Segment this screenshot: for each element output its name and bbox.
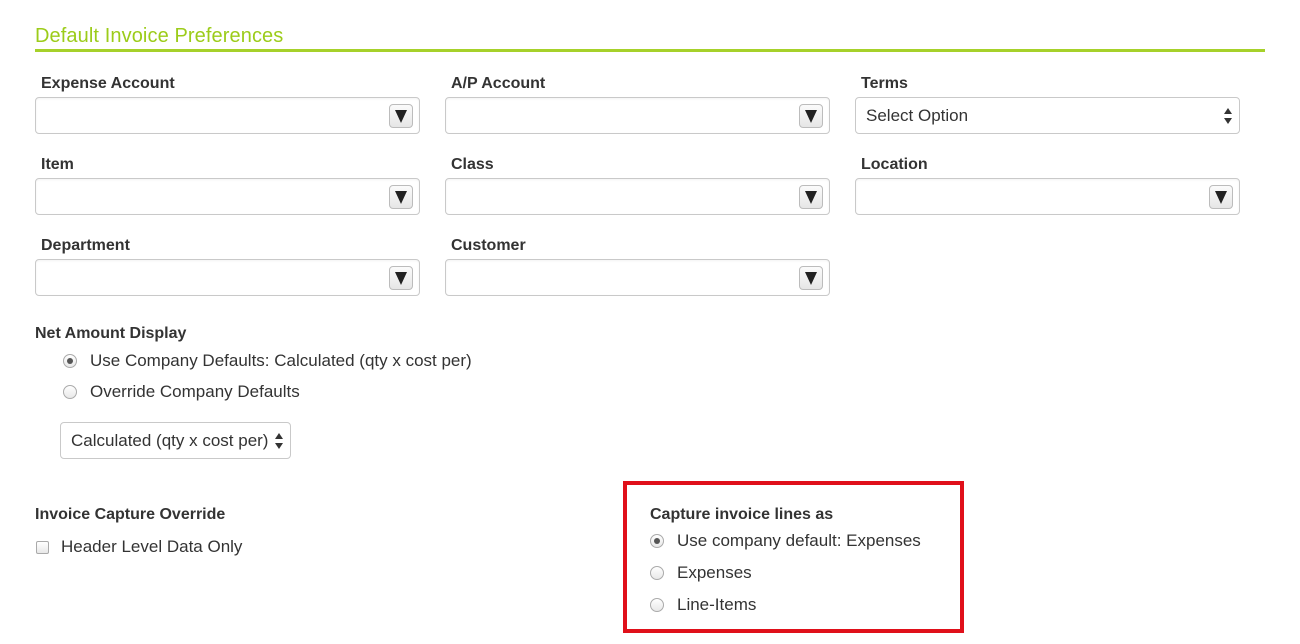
- terms-select[interactable]: Select Option: [855, 97, 1240, 134]
- net-amount-select[interactable]: Calculated (qty x cost per): [60, 422, 291, 459]
- radio-label: Line-Items: [677, 595, 757, 614]
- updown-arrows-icon: [275, 433, 283, 449]
- class-combobox[interactable]: [445, 178, 830, 215]
- updown-arrows-icon: [1224, 108, 1232, 124]
- ap-account-label: A/P Account: [451, 75, 546, 92]
- expense-account-label: Expense Account: [41, 75, 175, 92]
- radio-button[interactable]: [650, 566, 664, 580]
- radio-button[interactable]: [650, 598, 664, 612]
- net-amount-option-override[interactable]: Override Company Defaults: [63, 382, 300, 402]
- department-label: Department: [41, 237, 130, 254]
- location-label: Location: [861, 156, 928, 173]
- header-level-data-only-option[interactable]: Header Level Data Only: [36, 537, 242, 557]
- radio-label: Use company default: Expenses: [677, 531, 921, 550]
- capture-option-expenses[interactable]: Expenses: [650, 563, 752, 583]
- invoice-capture-override-label: Invoice Capture Override: [35, 506, 226, 523]
- dropdown-arrow-icon[interactable]: [389, 104, 413, 128]
- section-title: Default Invoice Preferences: [35, 25, 284, 47]
- dropdown-arrow-icon[interactable]: [799, 104, 823, 128]
- radio-label: Use Company Defaults: Calculated (qty x …: [90, 351, 472, 370]
- checkbox-label: Header Level Data Only: [61, 537, 243, 556]
- net-amount-select-value: Calculated (qty x cost per): [71, 430, 269, 450]
- section-divider: [35, 49, 1265, 52]
- dropdown-arrow-icon[interactable]: [799, 266, 823, 290]
- dropdown-arrow-icon[interactable]: [1209, 185, 1233, 209]
- capture-option-line-items[interactable]: Line-Items: [650, 595, 756, 615]
- location-combobox[interactable]: [855, 178, 1240, 215]
- capture-option-company-default[interactable]: Use company default: Expenses: [650, 531, 921, 551]
- item-label: Item: [41, 156, 74, 173]
- radio-label: Override Company Defaults: [90, 382, 300, 401]
- expense-account-combobox[interactable]: [35, 97, 420, 134]
- item-combobox[interactable]: [35, 178, 420, 215]
- dropdown-arrow-icon[interactable]: [389, 266, 413, 290]
- terms-select-value: Select Option: [866, 105, 969, 125]
- net-amount-option-company-defaults[interactable]: Use Company Defaults: Calculated (qty x …: [63, 351, 472, 371]
- radio-label: Expenses: [677, 563, 752, 582]
- ap-account-combobox[interactable]: [445, 97, 830, 134]
- dropdown-arrow-icon[interactable]: [389, 185, 413, 209]
- radio-button[interactable]: [63, 354, 77, 368]
- class-label: Class: [451, 156, 494, 173]
- radio-button[interactable]: [63, 385, 77, 399]
- capture-invoice-lines-label: Capture invoice lines as: [650, 506, 834, 523]
- customer-combobox[interactable]: [445, 259, 830, 296]
- customer-label: Customer: [451, 237, 526, 254]
- terms-label: Terms: [861, 75, 908, 92]
- radio-button[interactable]: [650, 534, 664, 548]
- dropdown-arrow-icon[interactable]: [799, 185, 823, 209]
- checkbox[interactable]: [36, 540, 49, 554]
- department-combobox[interactable]: [35, 259, 420, 296]
- net-amount-display-label: Net Amount Display: [35, 325, 187, 342]
